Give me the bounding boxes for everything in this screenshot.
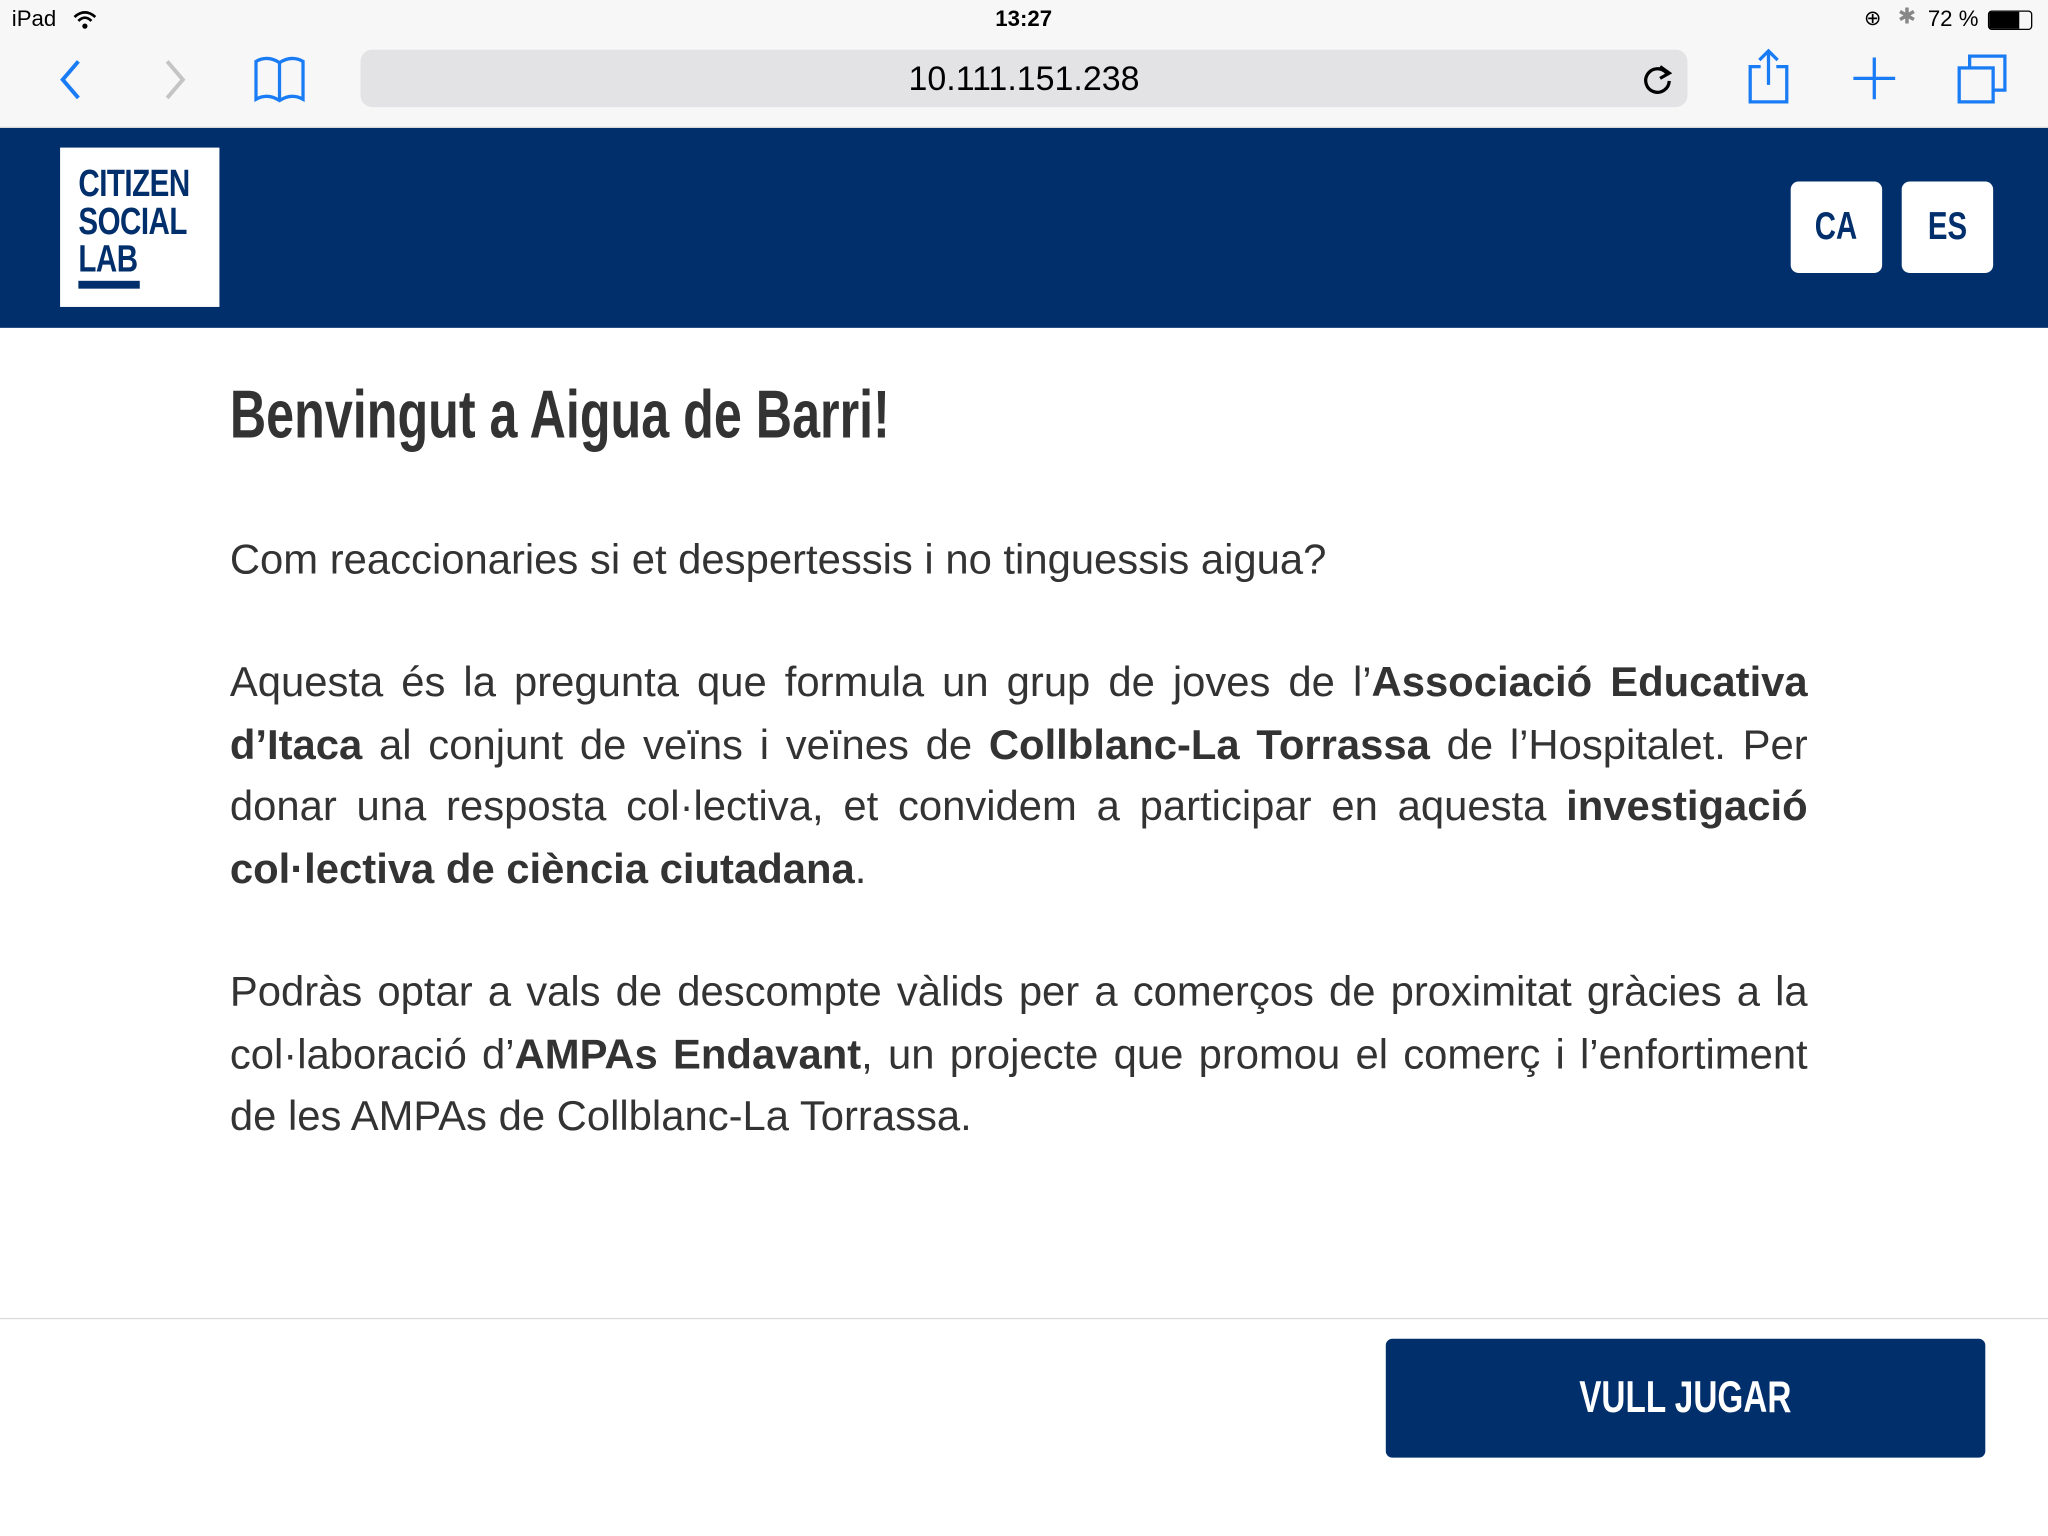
bookmarks-icon[interactable] xyxy=(252,55,309,105)
clock: 13:27 xyxy=(995,6,1053,32)
intro-question: Com reaccionaries si et despertessis i n… xyxy=(229,535,1327,583)
logo-line: SOCIAL xyxy=(78,201,187,243)
language-es-button[interactable]: ES xyxy=(1901,181,1994,273)
logo-bar xyxy=(78,280,140,289)
orientation-lock-icon: ⊕ xyxy=(1863,7,1882,31)
forward-icon[interactable] xyxy=(159,57,190,101)
language-ca-button[interactable]: CA xyxy=(1790,181,1883,273)
play-button[interactable]: VULL JUGAR xyxy=(1385,1338,1986,1458)
vouchers-paragraph: Podràs optar a vals de descompte vàlids … xyxy=(230,961,1808,1147)
text: . xyxy=(854,844,867,892)
logo-line: LAB xyxy=(78,239,138,281)
logo-line: CITIZEN xyxy=(78,163,190,206)
url-text: 10.111.151.238 xyxy=(908,58,1140,98)
device-label: iPad xyxy=(11,6,57,32)
battery-percent: 72 % xyxy=(1927,6,1979,32)
back-icon[interactable] xyxy=(55,57,86,101)
new-tab-icon[interactable] xyxy=(1851,55,1898,102)
site-header: CITIZEN SOCIAL LAB CA ES xyxy=(0,127,2048,328)
footer-divider xyxy=(0,1317,2048,1320)
battery-icon xyxy=(1987,10,2033,31)
reload-icon[interactable] xyxy=(1640,63,1674,97)
page-title: Benvingut a Aigua de Barri! xyxy=(229,377,890,454)
bluetooth-icon: ✱ xyxy=(1897,3,1917,29)
play-button-label: VULL JUGAR xyxy=(1579,1372,1792,1423)
share-icon[interactable] xyxy=(1746,48,1790,105)
text: Aquesta és la pregunta que formula un gr… xyxy=(229,658,1372,706)
ampas-name: AMPAs Endavant xyxy=(514,1029,862,1077)
wifi-icon xyxy=(73,11,97,29)
tabs-icon[interactable] xyxy=(1955,52,2010,104)
status-bar: iPad 13:27 ⊕ ✱ 72 % xyxy=(0,0,2048,40)
intro-paragraph: Aquesta és la pregunta que formula un gr… xyxy=(230,652,1808,900)
neighborhood-name: Collblanc-La Torrassa xyxy=(988,720,1430,768)
text: al conjunt de veïns i veïnes de xyxy=(362,720,989,768)
citizen-social-lab-logo[interactable]: CITIZEN SOCIAL LAB xyxy=(60,147,220,307)
page: iPad 13:27 ⊕ ✱ 72 % 10.111.151.238 CITIZ… xyxy=(0,0,2048,1536)
browser-toolbar: 10.111.151.238 xyxy=(0,39,2048,128)
language-label: CA xyxy=(1815,205,1858,249)
language-label: ES xyxy=(1927,205,1968,249)
address-bar[interactable]: 10.111.151.238 xyxy=(360,49,1688,108)
